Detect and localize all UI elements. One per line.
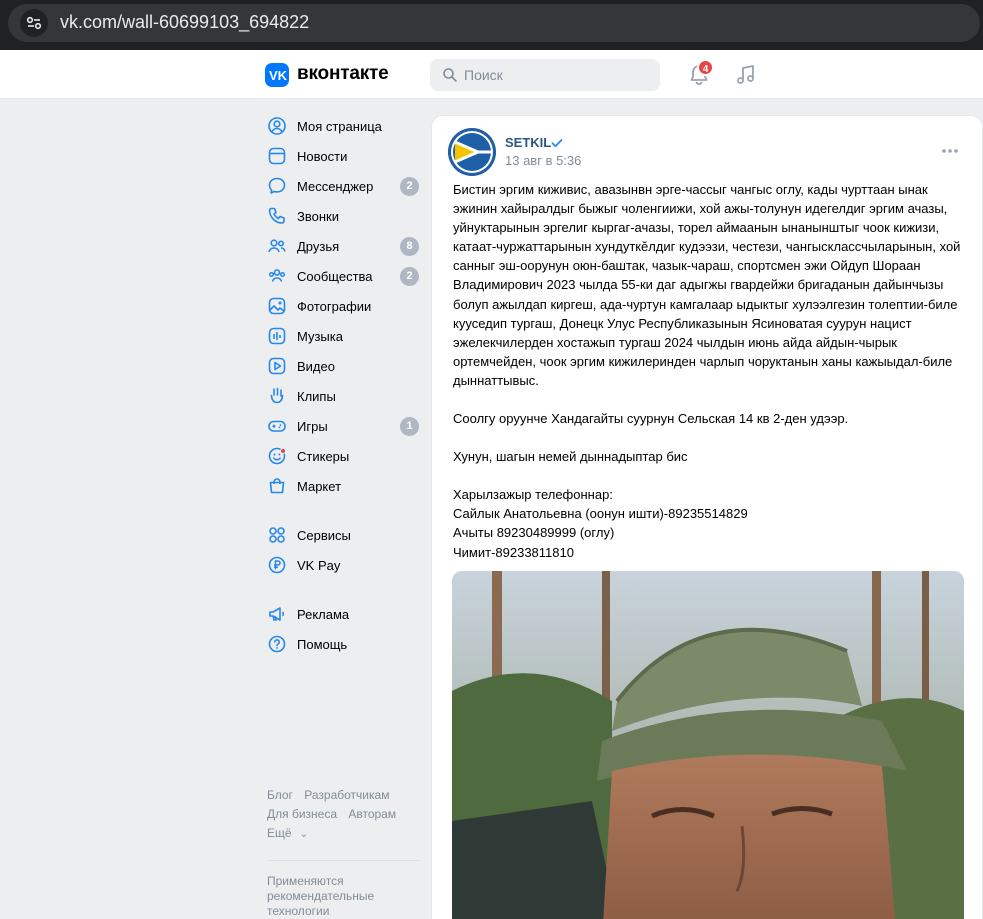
wall-post: SETKIL 13 авг в 5:36 Бистин эргим киживи… <box>431 115 983 919</box>
sidebar-item-label: Помощь <box>297 636 348 652</box>
sidebar-item-label: Маркет <box>297 478 342 494</box>
footer-link-developers[interactable]: Разработчикам <box>304 788 389 802</box>
post-paragraph: Харылзажыр телефоннар: Сайлык Анатольевн… <box>453 487 748 560</box>
post-paragraph: Хунун, шагын немей дыннадыптар бис <box>453 449 688 465</box>
search-input[interactable] <box>464 59 654 91</box>
sidebar-item-communities[interactable]: Сообщества 2 <box>265 261 425 291</box>
footer-link-blog[interactable]: Блог <box>267 788 293 802</box>
logo-text[interactable]: вконтакте <box>297 63 389 85</box>
tune-icon[interactable] <box>20 9 48 37</box>
shopping-bag-icon <box>269 478 285 494</box>
sidebar-item-label: Мессенджер <box>297 178 374 194</box>
sidebar-item-label: Видео <box>297 358 335 374</box>
sidebar-item-stickers[interactable]: Стикеры <box>265 441 425 471</box>
browser-toolbar: vk.com/wall-60699103_694822 <box>0 0 983 50</box>
user-circle-icon <box>268 117 286 135</box>
footer-link-authors[interactable]: Авторам <box>348 807 396 821</box>
sidebar-item-services[interactable]: Сервисы <box>265 520 425 550</box>
post-photo[interactable] <box>452 571 964 919</box>
site-header: VK вконтакте 4 <box>0 50 983 99</box>
left-sidebar: Моя страница Новости Мессенджер 2 Звонки… <box>265 111 425 659</box>
sidebar-item-ads[interactable]: Реклама <box>265 599 425 629</box>
sidebar-item-label: Музыка <box>297 328 343 344</box>
sidebar-item-messenger[interactable]: Мессенджер 2 <box>265 171 425 201</box>
chevron-down-icon: ⌄ <box>299 829 308 840</box>
notifications-badge: 4 <box>697 59 714 76</box>
friends-icon <box>268 239 286 253</box>
sidebar-item-photos[interactable]: Фотографии <box>265 291 425 321</box>
post-date[interactable]: 13 авг в 5:36 <box>505 153 581 168</box>
footer-links: Блог Разработчикам Для бизнеса Авторам Е… <box>267 786 423 844</box>
footer-link-business[interactable]: Для бизнеса <box>267 807 337 821</box>
music-icon[interactable] <box>734 63 758 87</box>
sidebar-item-music[interactable]: Музыка <box>265 321 425 351</box>
sidebar-item-label: Фотографии <box>297 298 372 314</box>
sidebar-item-label: Сервисы <box>297 527 351 543</box>
vk-logo-icon[interactable]: VK <box>265 63 289 87</box>
help-icon <box>268 635 286 653</box>
music-bars-icon <box>268 327 286 345</box>
video-icon <box>268 357 286 375</box>
post-paragraph: Бистин эргим киживис, авазынвн эрге-часс… <box>453 182 961 388</box>
sidebar-item-label: Сообщества <box>297 268 373 284</box>
vkpay-icon <box>268 556 286 574</box>
chat-bubble-icon <box>268 177 286 194</box>
gamepad-icon <box>268 420 286 432</box>
sidebar-item-video[interactable]: Видео <box>265 351 425 381</box>
svg-text:VK: VK <box>269 68 288 83</box>
sidebar-item-label: VK Pay <box>297 557 341 573</box>
footer-divider <box>267 860 421 861</box>
sidebar-item-help[interactable]: Помощь <box>265 629 425 659</box>
sidebar-item-label: Звонки <box>297 208 339 224</box>
recommendation-note[interactable]: Применяются рекомендательные технологии <box>267 874 423 919</box>
sidebar-item-label: Стикеры <box>297 448 350 464</box>
services-grid-icon <box>269 527 285 543</box>
search-icon <box>443 68 457 82</box>
newspaper-icon <box>268 147 286 165</box>
sidebar-item-label: Новости <box>297 148 348 164</box>
sidebar-item-market[interactable]: Маркет <box>265 471 425 501</box>
sidebar-item-label: Друзья <box>297 238 340 254</box>
sidebar-item-label: Игры <box>297 418 328 434</box>
sidebar-item-my-page[interactable]: Моя страница <box>265 111 425 141</box>
count-badge: 2 <box>400 177 419 196</box>
sidebar-item-clips[interactable]: Клипы <box>265 381 425 411</box>
photo-icon <box>268 297 286 315</box>
address-bar[interactable]: vk.com/wall-60699103_694822 <box>8 4 980 42</box>
count-badge: 2 <box>400 267 419 286</box>
sidebar-item-label: Клипы <box>297 388 336 404</box>
new-indicator-dot <box>280 448 286 454</box>
megaphone-icon <box>269 607 284 621</box>
post-paragraph: Соолгу оруунче Хандагайты суурнун Сельск… <box>453 411 849 427</box>
sidebar-item-label: Реклама <box>297 606 350 622</box>
more-options-icon[interactable] <box>940 146 960 156</box>
sidebar-item-news[interactable]: Новости <box>265 141 425 171</box>
sidebar-item-games[interactable]: Игры 1 <box>265 411 425 441</box>
search-box[interactable] <box>430 59 660 91</box>
phone-icon <box>268 207 285 224</box>
verified-icon <box>551 139 563 148</box>
communities-icon <box>268 269 286 282</box>
sidebar-item-label: Моя страница <box>297 118 382 134</box>
count-badge: 1 <box>400 417 419 436</box>
post-text: Бистин эргим киживис, авазынвн эрге-часс… <box>453 180 969 562</box>
clips-icon <box>270 387 284 404</box>
sidebar-item-vkpay[interactable]: VK Pay <box>265 550 425 580</box>
author-name[interactable]: SETKIL <box>505 135 551 150</box>
footer-link-more[interactable]: Ещё <box>267 826 292 840</box>
author-avatar[interactable] <box>448 128 496 176</box>
count-badge: 8 <box>400 237 419 256</box>
url-text[interactable]: vk.com/wall-60699103_694822 <box>60 12 309 33</box>
sidebar-item-calls[interactable]: Звонки <box>265 201 425 231</box>
sidebar-item-friends[interactable]: Друзья 8 <box>265 231 425 261</box>
